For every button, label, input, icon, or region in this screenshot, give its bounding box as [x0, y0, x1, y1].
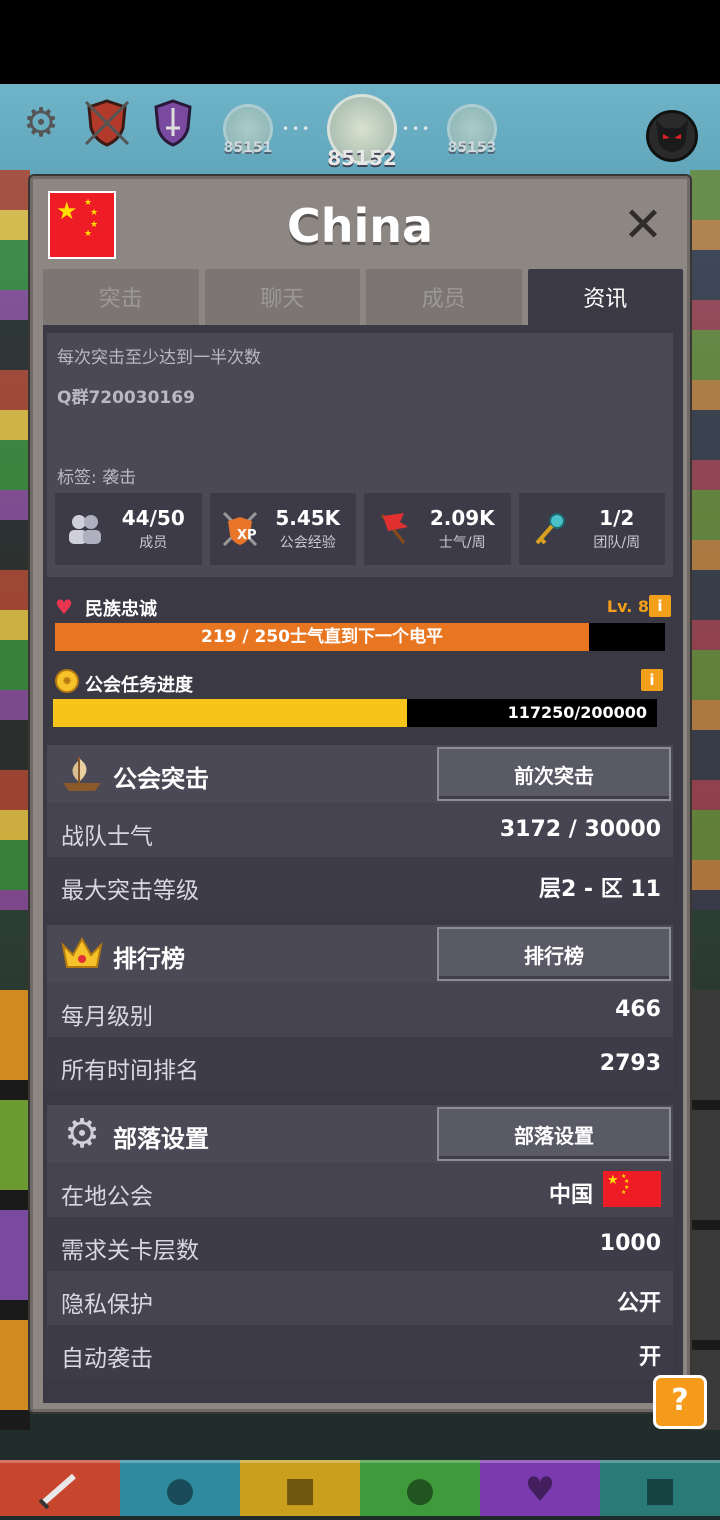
leaderboard-button[interactable]: 排行榜: [437, 927, 671, 981]
settings-section-header: ⚙ 部落设置 部落设置: [47, 1105, 673, 1163]
xp-shield-icon: XP: [220, 509, 260, 549]
tab-members[interactable]: 成员: [366, 269, 522, 325]
clan-qq-group: Q群720030169: [57, 388, 195, 408]
raid-section-title: 公会突击: [113, 765, 209, 793]
quest-progress-bar: 117250/200000: [53, 699, 657, 727]
quest-info-icon[interactable]: i: [641, 669, 663, 691]
clan-info-dialog: ★ ★ ★ ★ ★ China ✕ 突击 聊天 成员 资讯 每次突击至少达到一半…: [30, 176, 690, 1412]
stage-previous: 85151: [218, 104, 278, 156]
demon-icon[interactable]: [646, 110, 698, 162]
status-bar: [0, 0, 720, 84]
loyalty-title: 民族忠诚: [85, 599, 157, 620]
nav-pet-icon[interactable]: ●: [360, 1460, 480, 1516]
shield-icon[interactable]: [80, 96, 134, 150]
background-scene-left: [0, 170, 30, 910]
coin-icon: ✹: [55, 669, 79, 693]
clan-stats: 44/50 成员 XP 5.45K 公会经验 2.09K 士气/周 1/2 团队…: [55, 493, 665, 565]
bottom-nav: ● ■ ● ♥ ■: [0, 1456, 720, 1520]
leaderboard-section-title: 排行榜: [113, 945, 185, 973]
row-all-time-rank: 所有时间排名 2793: [47, 1037, 673, 1091]
nav-scroll-icon[interactable]: ■: [600, 1460, 720, 1516]
loyalty-progress-bar: 219 / 250士气直到下一个电平: [55, 623, 665, 651]
row-team-morale: 战队士气 3172 / 30000: [47, 803, 673, 857]
stage-next: 85153: [442, 104, 502, 156]
heart-icon: ♥: [55, 595, 73, 619]
clan-settings-button[interactable]: 部落设置: [437, 1107, 671, 1161]
nav-armor-icon[interactable]: ■: [240, 1460, 360, 1516]
crown-icon: [59, 933, 105, 975]
clan-title: China: [286, 199, 434, 253]
members-icon: [65, 509, 105, 549]
tab-raid[interactable]: 突击: [43, 269, 199, 325]
stat-members: 44/50 成员: [55, 493, 202, 565]
loyalty-header: ♥ 民族忠诚 Lv. 8 i: [55, 595, 671, 620]
tab-chat[interactable]: 聊天: [204, 269, 360, 325]
flag-icon: [374, 509, 414, 549]
close-button[interactable]: ✕: [619, 201, 667, 249]
loyalty-info-icon[interactable]: i: [649, 595, 671, 617]
nav-heart-icon[interactable]: ♥: [480, 1460, 600, 1516]
key-icon: [529, 509, 569, 549]
leaderboard-section-header: 排行榜 排行榜: [47, 925, 673, 983]
settings-section-title: 部落设置: [113, 1125, 209, 1153]
sword-icon[interactable]: [146, 96, 200, 150]
quest-title: 公会任务进度: [85, 675, 193, 696]
quest-progress-fill: [53, 699, 407, 727]
previous-raid-button[interactable]: 前次突击: [437, 747, 671, 801]
clan-tag: 标签: 袭击: [57, 468, 137, 488]
stage-connector: •••: [402, 122, 433, 136]
stat-guild-xp: XP 5.45K 公会经验: [209, 493, 356, 565]
background-list-right: [690, 990, 720, 1430]
raid-section-header: 公会突击 前次突击: [47, 745, 673, 803]
background-scene-right: [690, 170, 720, 910]
help-button[interactable]: ?: [653, 1375, 707, 1429]
row-location: 在地公会 中国 ★ ★ ★ ★ ★: [47, 1163, 673, 1217]
quest-header: ✹ 公会任务进度 i: [55, 669, 665, 696]
stage-connector: •••: [282, 122, 313, 136]
quest-progress-text: 117250/200000: [507, 703, 647, 722]
row-required-stage: 需求关卡层数 1000: [47, 1217, 673, 1271]
stat-morale-week: 2.09K 士气/周: [364, 493, 511, 565]
row-monthly-rank: 每月级别 466: [47, 983, 673, 1037]
china-flag-icon: ★ ★ ★ ★ ★: [603, 1171, 661, 1207]
dialog-header: ★ ★ ★ ★ ★ China ✕: [33, 179, 687, 269]
settings-gear-icon: ⚙: [64, 1111, 100, 1157]
row-auto-raid: 自动袭击 开: [47, 1325, 673, 1379]
dialog-tabs: 突击 聊天 成员 资讯: [43, 269, 683, 325]
gear-icon[interactable]: ⚙: [14, 96, 68, 150]
ship-icon: [59, 753, 105, 795]
row-privacy: 隐私保护 公开: [47, 1271, 673, 1325]
loyalty-progress-text: 219 / 250士气直到下一个电平: [200, 627, 444, 647]
row-max-raid-level: 最大突击等级 层2 - 区 11: [47, 857, 673, 911]
stage-current: 85152: [320, 94, 404, 170]
stat-teams-week: 1/2 团队/周: [518, 493, 665, 565]
nav-sword-icon[interactable]: [0, 1460, 120, 1516]
svg-text:XP: XP: [237, 528, 257, 543]
clan-description-box: 每次突击至少达到一半次数 Q群720030169 标签: 袭击 44/50 成员 …: [47, 333, 673, 577]
background-list-left: [0, 990, 30, 1430]
loyalty-level: Lv. 8: [606, 597, 649, 616]
info-panel: 每次突击至少达到一半次数 Q群720030169 标签: 袭击 44/50 成员 …: [43, 325, 683, 1403]
tab-info[interactable]: 资讯: [527, 269, 683, 325]
clan-description: 每次突击至少达到一半次数: [57, 348, 261, 368]
nav-hero-icon[interactable]: ●: [120, 1460, 240, 1516]
